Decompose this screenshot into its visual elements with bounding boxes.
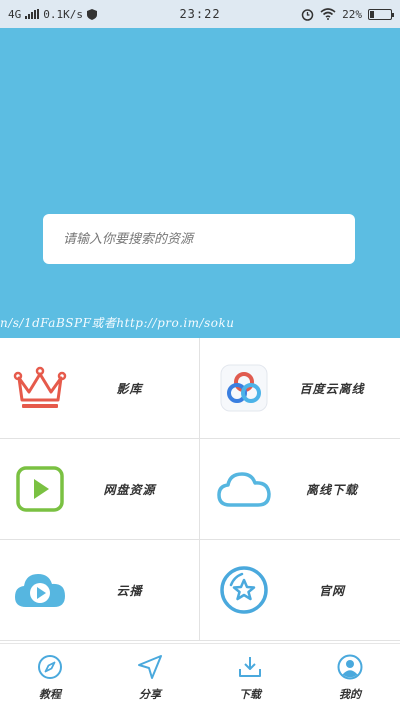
- grid-item-label: 离线下载: [305, 482, 358, 497]
- grid-item-netdisk-resources[interactable]: 网盘资源: [0, 439, 200, 540]
- grid-item-label: 网盘资源: [103, 482, 156, 497]
- grid-item-label: 云播: [116, 583, 143, 598]
- star-circle-icon: [214, 560, 274, 620]
- signal-icon: [25, 9, 40, 19]
- nav-label: 分享: [139, 687, 161, 701]
- grid-item-baidu-offline[interactable]: 百度云离线: [200, 338, 400, 439]
- nav-label: 教程: [39, 687, 61, 701]
- status-right: 22%: [242, 7, 394, 21]
- clock: 23:22: [179, 7, 221, 21]
- grid-item-official-site[interactable]: 官网: [200, 540, 400, 641]
- grid-item-offline-download[interactable]: 离线下载: [200, 439, 400, 540]
- nav-item-download[interactable]: 下载: [200, 644, 300, 711]
- crown-icon: [10, 358, 70, 418]
- wifi-icon: [320, 8, 336, 20]
- feature-grid: 影库 百度云离线 网盘资源 离线下载 云播 官网: [0, 338, 400, 643]
- search-input[interactable]: [43, 214, 355, 264]
- send-icon: [138, 654, 162, 679]
- battery-percent: 22%: [342, 7, 362, 21]
- grid-item-movie-library[interactable]: 影库: [0, 338, 200, 439]
- play-square-icon: [10, 459, 70, 519]
- nav-item-profile[interactable]: 我的: [300, 644, 400, 711]
- status-left: 4G 0.1K/s: [8, 8, 158, 21]
- search-header: n/s/1dFaBSPF或者http://pro.im/soku: [0, 28, 400, 338]
- grid-item-label: 官网: [318, 583, 345, 598]
- cloud-play-icon: [10, 560, 70, 620]
- alarm-icon: [301, 8, 314, 21]
- grid-item-label: 百度云离线: [299, 381, 365, 396]
- nav-label: 下载: [239, 687, 261, 701]
- download-icon: [239, 656, 261, 677]
- grid-item-label: 影库: [116, 381, 143, 396]
- status-bar: 4G 0.1K/s 23:22 22%: [0, 0, 400, 28]
- compass-icon: [38, 654, 62, 679]
- nav-item-share[interactable]: 分享: [100, 644, 200, 711]
- bottom-nav: 教程 分享 下载 我的: [0, 643, 400, 711]
- nav-item-tutorial[interactable]: 教程: [0, 644, 100, 711]
- cloud-icon: [214, 459, 274, 519]
- network-type: 4G: [8, 7, 22, 21]
- baidu-cloud-icon: [214, 358, 274, 418]
- grid-item-cloud-play[interactable]: 云播: [0, 540, 200, 641]
- user-icon: [337, 654, 363, 679]
- shield-icon: [87, 8, 97, 20]
- network-speed: 0.1K/s: [43, 7, 83, 21]
- nav-label: 我的: [339, 687, 361, 701]
- battery-icon: [368, 8, 394, 20]
- url-hint: n/s/1dFaBSPF或者http://pro.im/soku: [0, 316, 235, 330]
